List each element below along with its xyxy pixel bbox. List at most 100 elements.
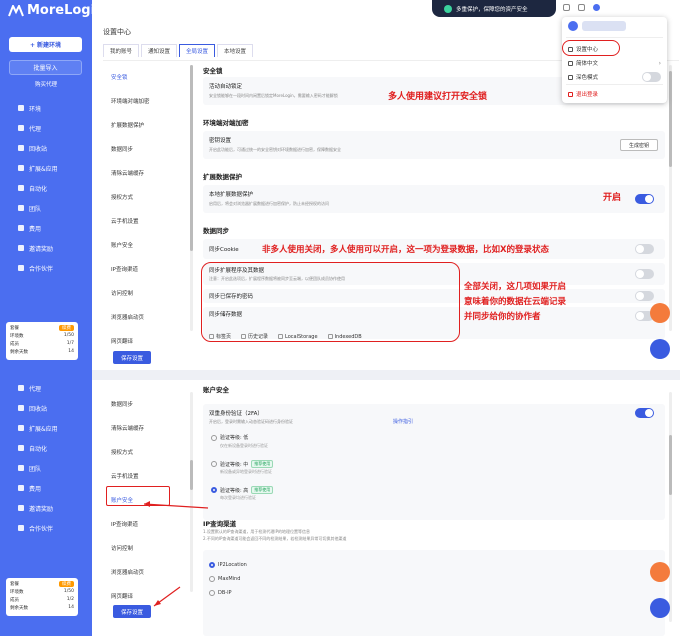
annotation-enable: 开启 <box>603 193 622 203</box>
content-scrollbar-lower[interactable] <box>669 392 672 622</box>
sidebar-item-2[interactable]: 回收站 <box>0 138 92 158</box>
subnav-item-7[interactable]: 账户安全 <box>103 233 190 257</box>
dark-mode-toggle[interactable] <box>642 72 661 82</box>
tfa-radio[interactable]: 验证等级: 高推荐使用 <box>211 486 274 494</box>
subnav-item-0[interactable]: 安全锁 <box>103 65 190 89</box>
sidebar-item-label: 费用 <box>29 485 42 493</box>
subnav-item-3[interactable]: 数据同步 <box>103 137 190 161</box>
subnav-scroll-thumb[interactable] <box>190 65 193 251</box>
sidebar-item-5[interactable]: 费用 <box>0 478 92 498</box>
renew-badge[interactable]: 续费 <box>59 581 74 587</box>
sidebar-item-0[interactable]: 代理 <box>0 378 92 398</box>
generate-key-button[interactable]: 生成密钥 <box>620 139 658 151</box>
tab-2[interactable]: 全局设置 <box>179 44 216 57</box>
subnav-item-5[interactable]: 授权方式 <box>103 185 190 209</box>
tab-0[interactable]: 我的账号 <box>103 44 140 57</box>
help-icon[interactable] <box>563 4 570 11</box>
tfa-radio[interactable]: 验证等级: 中推荐使用 <box>211 460 274 468</box>
subnav-item-10[interactable]: 浏览器启动页 <box>103 305 190 329</box>
subnav-item-4[interactable]: 清除云端缓存 <box>103 161 190 185</box>
radio-dot[interactable] <box>211 487 217 493</box>
save-settings-button[interactable]: 保存设置 <box>113 351 151 364</box>
quota-row: 环境数 1/50 <box>10 589 74 595</box>
promo-banner[interactable]: 多重保护，保障您的资产安全 <box>432 0 556 17</box>
subnav-item-3[interactable]: 云手机设置 <box>103 464 190 488</box>
avatar-icon[interactable] <box>593 4 600 11</box>
sync-ext-toggle[interactable] <box>635 269 654 279</box>
sidebar-item-6[interactable]: 费用 <box>0 218 92 238</box>
sidebar-item-7[interactable]: 合作伙伴 <box>0 518 92 538</box>
subnav-item-2[interactable]: 扩展数据保护 <box>103 113 190 137</box>
sidebar-item-1[interactable]: 代理 <box>0 118 92 138</box>
sync-password-toggle[interactable] <box>635 291 654 301</box>
sidebar-item-0[interactable]: 环境 <box>0 98 92 118</box>
sidebar-item-8[interactable]: 合作伙伴 <box>0 258 92 278</box>
tfa-guide-link[interactable]: 操作指引 <box>393 418 413 425</box>
gift-float-icon-lower[interactable] <box>650 562 670 582</box>
sidebar-item-4[interactable]: 团队 <box>0 458 92 478</box>
tfa-radio[interactable]: 验证等级: 低 <box>211 434 248 441</box>
sidebar-item-6[interactable]: 邀请奖励 <box>0 498 92 518</box>
tfa-level-2[interactable]: 验证等级: 高推荐使用 每次登录均进行验证 <box>211 486 511 512</box>
nav-icon <box>18 105 24 111</box>
bell-icon[interactable] <box>578 4 585 11</box>
subnav-scroll-thumb-lower[interactable] <box>190 460 193 490</box>
tfa-toggle[interactable] <box>635 408 654 418</box>
subnav-item-2[interactable]: 授权方式 <box>103 440 190 464</box>
subnav-item-1[interactable]: 环境端对端加密 <box>103 89 190 113</box>
logo-icon <box>8 4 24 16</box>
top-icons <box>563 4 600 11</box>
radio-dot[interactable] <box>211 461 217 467</box>
quota-key: 成员 <box>10 342 19 347</box>
ext-protect-toggle[interactable] <box>635 194 654 204</box>
tfa-level-1[interactable]: 验证等级: 中推荐使用 新设备或异地登录时进行验证 <box>211 460 511 486</box>
tfa-level-0[interactable]: 验证等级: 低仅在新设备登录时进行验证 <box>211 434 511 460</box>
quota-header: 套餐 续费 <box>10 581 74 587</box>
shield-icon <box>444 4 452 13</box>
recommend-badge: 推荐使用 <box>251 460 274 468</box>
menu-divider-2 <box>566 84 663 85</box>
menu-language[interactable]: 简体中文 › <box>568 59 661 67</box>
content-scroll-thumb-lower[interactable] <box>669 435 672 495</box>
auto-lock-desc: 安全锁能够在一段时间内闲置后锁定MoreLogin，需要输入密码才能解锁 <box>209 93 338 98</box>
sidebar-nav-lower: 代理 回收站 扩展&应用 自动化 团队费用邀请奖励 合作伙伴 <box>0 378 92 538</box>
tab-1[interactable]: 通知设置 <box>141 44 178 57</box>
sidebar-item-5[interactable]: 团队 <box>0 198 92 218</box>
sidebar-item-2[interactable]: 扩展&应用 <box>0 418 92 438</box>
gift-float-icon[interactable] <box>650 303 670 323</box>
subnav-item-1[interactable]: 清除云端缓存 <box>103 416 190 440</box>
subnav-item-8[interactable]: IP查询渠道 <box>103 257 190 281</box>
radio-dot[interactable] <box>211 434 217 441</box>
content-scroll-thumb[interactable] <box>669 71 672 167</box>
sidebar-item-7[interactable]: 邀请奖励 <box>0 238 92 258</box>
menu-logout[interactable]: 退出登录 <box>568 90 598 98</box>
sidebar-item-4[interactable]: 自动化 <box>0 178 92 198</box>
tab-3[interactable]: 本地设置 <box>217 44 254 57</box>
subnav-item-6[interactable]: 云手机设置 <box>103 209 190 233</box>
tfa-title: 双重身份验证（2FA） <box>209 411 263 417</box>
sidebar-item-3[interactable]: 自动化 <box>0 438 92 458</box>
support-float-icon[interactable] <box>650 339 670 359</box>
section-title-lock: 安全锁 <box>203 67 223 75</box>
quota-value: 1/50 <box>63 333 74 338</box>
sidebar: MoreLogin + 新建环境 批量导入 购买代理 环境 代理 回收站 扩展&应用自… <box>0 0 104 636</box>
nav-icon <box>18 245 24 251</box>
nav-icon <box>18 145 24 151</box>
menu-dark-mode[interactable]: 深色模式 <box>568 73 598 81</box>
plan-label: 套餐 <box>10 326 19 331</box>
sidebar-item-1[interactable]: 回收站 <box>0 398 92 418</box>
support-float-icon-lower[interactable] <box>650 598 670 618</box>
subnav-item-9[interactable]: 访问控制 <box>103 281 190 305</box>
sync-cookie-toggle[interactable] <box>635 244 654 254</box>
settings-subnav: 安全锁 环境端对端加密 扩展数据保护 数据同步 清除云端缓存 授权方式 云手机设置 账户安全 I… <box>103 65 190 353</box>
renew-badge[interactable]: 续费 <box>59 325 74 331</box>
new-environment-button[interactable]: + 新建环境 <box>9 37 82 52</box>
buy-proxy-link[interactable]: 购买代理 <box>0 80 92 88</box>
menu-language-label: 简体中文 <box>576 61 599 67</box>
subnav-item-11[interactable]: 网页翻译 <box>103 329 190 353</box>
key-setting-desc: 开启此功能后，可通过统一的安全密钥对环境数据进行加密，保障数据安全 <box>209 147 341 152</box>
subnav-item-0[interactable]: 数据同步 <box>103 392 190 416</box>
quota-row: 成员 1/7 <box>10 341 74 347</box>
batch-import-button[interactable]: 批量导入 <box>9 60 82 75</box>
sidebar-item-3[interactable]: 扩展&应用 <box>0 158 92 178</box>
